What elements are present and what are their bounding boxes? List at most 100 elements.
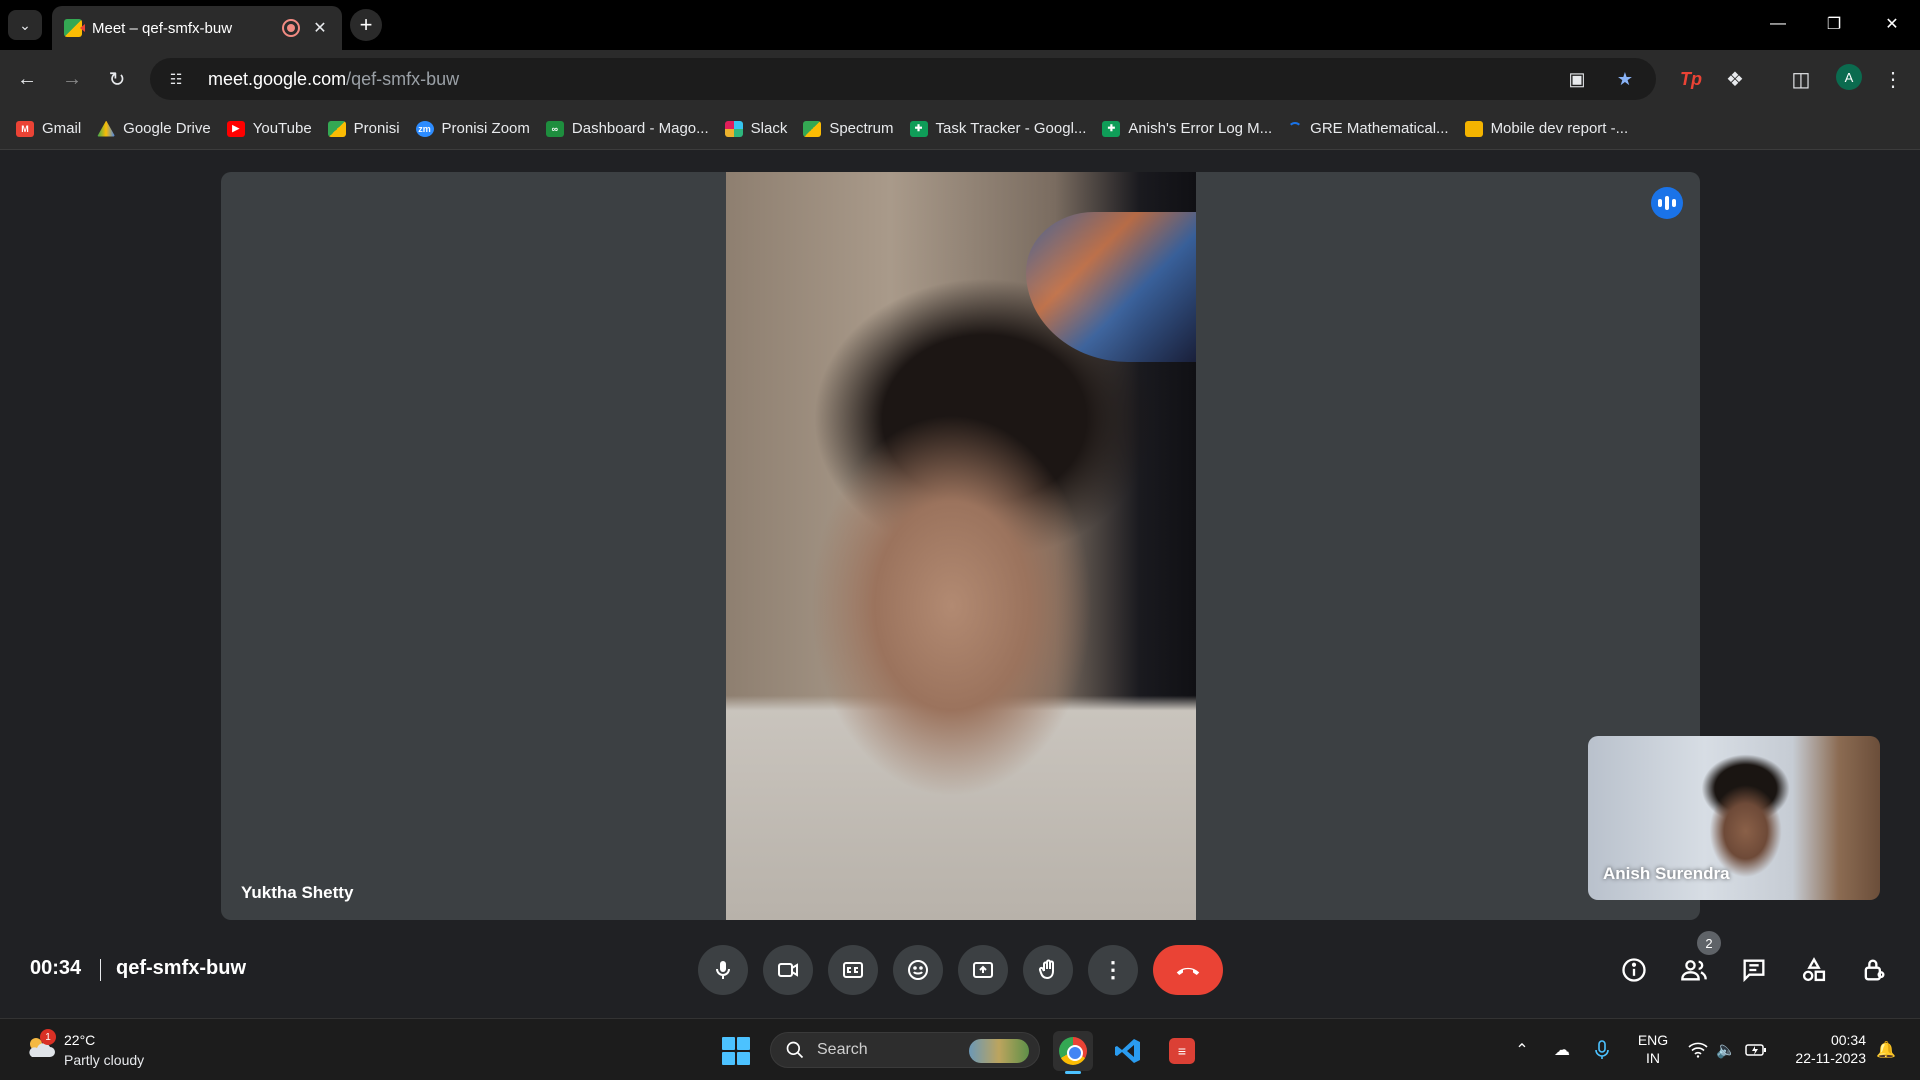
gmail-icon: M	[16, 120, 34, 137]
meet-favicon-icon	[64, 19, 82, 37]
host-controls-button[interactable]	[1853, 949, 1895, 991]
onedrive-cloud-icon[interactable]: ☁	[1550, 1039, 1574, 1061]
reactions-button[interactable]	[893, 945, 943, 995]
more-options-button[interactable]: ⋮	[1088, 945, 1138, 995]
bookmark-item[interactable]: Slack	[721, 114, 800, 144]
speaking-indicator-icon	[1651, 187, 1683, 219]
search-label: Search	[817, 1041, 868, 1058]
tab-search-button[interactable]: ⌄	[8, 10, 42, 40]
tab-close-icon[interactable]: ✕	[310, 18, 330, 38]
taskbar-app-todoist[interactable]: ≡	[1162, 1031, 1202, 1071]
camera-button[interactable]	[763, 945, 813, 995]
lock-person-icon	[1864, 959, 1885, 981]
windows-taskbar: 1 22°C Partly cloudy Search ≡ ⌃ ☁ ENG IN…	[0, 1018, 1920, 1080]
captions-icon	[843, 962, 863, 978]
back-arrow-icon[interactable]: ←	[10, 62, 44, 96]
zoom-icon: zm	[415, 120, 434, 137]
bookmark-item[interactable]: zm Pronisi Zoom	[412, 114, 542, 144]
people-button[interactable]	[1673, 949, 1715, 991]
weather-alert-badge: 1	[40, 1029, 56, 1045]
bookmarks-bar: M Gmail Google Drive ▶ YouTube Pronisi zm P…	[0, 108, 1920, 150]
self-view-tile[interactable]: Anish Surendra	[1588, 736, 1880, 900]
present-icon	[973, 962, 993, 978]
bookmark-item[interactable]: M Gmail	[12, 114, 93, 144]
raise-hand-button[interactable]	[1023, 945, 1073, 995]
notifications-icon[interactable]: 🔔	[1874, 1039, 1898, 1061]
meeting-code: qef-smfx-buw	[116, 957, 246, 979]
main-participant-name: Yuktha Shetty	[241, 883, 354, 902]
divider	[100, 959, 101, 981]
browser-title-bar: ⌄ Meet – qef-smfx-buw ✕ + — ❐ ✕	[0, 0, 1920, 50]
windows-start-button[interactable]	[722, 1037, 750, 1065]
bookmark-item[interactable]: ✚ Task Tracker - Googl...	[906, 114, 1099, 144]
taskbar-app-vscode[interactable]	[1108, 1031, 1148, 1071]
weather-temperature[interactable]: 22°C	[64, 1032, 95, 1048]
people-icon	[1681, 960, 1707, 981]
bookmark-item[interactable]: ∞ Dashboard - Mago...	[542, 114, 721, 144]
address-bar[interactable]: ☷ meet.google.com/qef-smfx-buw ▣ ★	[150, 58, 1656, 100]
bookmark-item[interactable]: Mobile dev report -...	[1461, 114, 1641, 144]
bookmark-item[interactable]: ▶ YouTube	[223, 114, 324, 144]
participants-count-badge: 2	[1697, 931, 1721, 955]
minimize-icon[interactable]: —	[1756, 8, 1800, 40]
language-indicator[interactable]: ENG IN	[1636, 1031, 1670, 1067]
meeting-details-button[interactable]	[1613, 949, 1655, 991]
captions-button[interactable]	[828, 945, 878, 995]
vscode-icon	[1115, 1039, 1140, 1063]
info-icon	[1622, 958, 1646, 982]
loading-icon	[1288, 121, 1303, 136]
google-drive-icon	[97, 120, 116, 137]
microphone-tray-icon[interactable]	[1590, 1039, 1614, 1061]
chat-icon	[1743, 959, 1765, 983]
bookmark-item[interactable]: ✚ Anish's Error Log M...	[1098, 114, 1284, 144]
tab-title: Meet – qef-smfx-buw	[92, 19, 233, 37]
microphone-icon	[716, 961, 730, 979]
chevron-down-icon: ⌄	[19, 16, 31, 33]
bookmark-item[interactable]: Pronisi	[324, 114, 412, 144]
main-participant-video	[726, 172, 1196, 920]
search-highlight-illustration	[969, 1039, 1029, 1063]
activities-button[interactable]	[1793, 949, 1835, 991]
reload-icon[interactable]: ↻	[100, 62, 134, 96]
chevron-up-icon[interactable]: ⌃	[1510, 1039, 1534, 1061]
extensions-puzzle-icon[interactable]: ❖	[1718, 62, 1752, 96]
wifi-icon[interactable]	[1686, 1039, 1710, 1061]
system-clock[interactable]: 00:34 22-11-2023	[1786, 1031, 1866, 1067]
camera-in-use-icon[interactable]: ▣	[1564, 67, 1590, 91]
bookmark-item[interactable]: Spectrum	[799, 114, 905, 144]
recording-indicator-icon	[282, 19, 300, 37]
restore-icon[interactable]: ❐	[1812, 8, 1856, 40]
taskbar-app-chrome[interactable]	[1053, 1031, 1093, 1074]
slack-icon	[724, 120, 743, 137]
todoist-icon: ≡	[1169, 1038, 1195, 1064]
profile-avatar[interactable]: A	[1836, 64, 1862, 90]
bookmark-star-icon[interactable]: ★	[1612, 67, 1638, 91]
sheets-icon: ✚	[909, 120, 928, 137]
meet-stage: Yuktha Shetty Anish Surendra 00:34 qef-s…	[0, 151, 1920, 1018]
browser-tab-active[interactable]: Meet – qef-smfx-buw ✕	[52, 6, 342, 50]
present-screen-button[interactable]	[958, 945, 1008, 995]
more-vert-icon: ⋮	[1102, 957, 1124, 982]
search-icon	[786, 1041, 804, 1059]
browser-toolbar: ← → ↻ ☷ meet.google.com/qef-smfx-buw ▣ ★…	[0, 50, 1920, 108]
meeting-timer: 00:34	[30, 957, 82, 979]
battery-icon[interactable]	[1744, 1039, 1768, 1061]
site-info-icon[interactable]: ☷	[164, 67, 188, 91]
menu-kebab-icon[interactable]: ⋮	[1876, 62, 1910, 96]
side-panel-icon[interactable]: ◫	[1784, 62, 1818, 96]
microphone-button[interactable]	[698, 945, 748, 995]
window-close-icon[interactable]: ✕	[1870, 8, 1914, 40]
bookmark-item[interactable]: GRE Mathematical...	[1284, 114, 1460, 144]
taskbar-search[interactable]: Search	[770, 1032, 1040, 1068]
new-tab-button[interactable]: +	[350, 9, 382, 41]
volume-icon[interactable]: 🔈	[1714, 1039, 1738, 1061]
url-text: meet.google.com/qef-smfx-buw	[208, 68, 460, 89]
leave-call-button[interactable]	[1153, 945, 1223, 995]
chat-button[interactable]	[1733, 949, 1775, 991]
main-participant-tile[interactable]: Yuktha Shetty	[221, 172, 1700, 920]
self-participant-name: Anish Surendra	[1603, 864, 1730, 883]
forward-arrow-icon[interactable]: →	[55, 62, 89, 96]
extension-tp-icon[interactable]: Tp	[1674, 62, 1708, 96]
weather-description[interactable]: Partly cloudy	[64, 1052, 144, 1068]
bookmark-item[interactable]: Google Drive	[93, 114, 223, 144]
